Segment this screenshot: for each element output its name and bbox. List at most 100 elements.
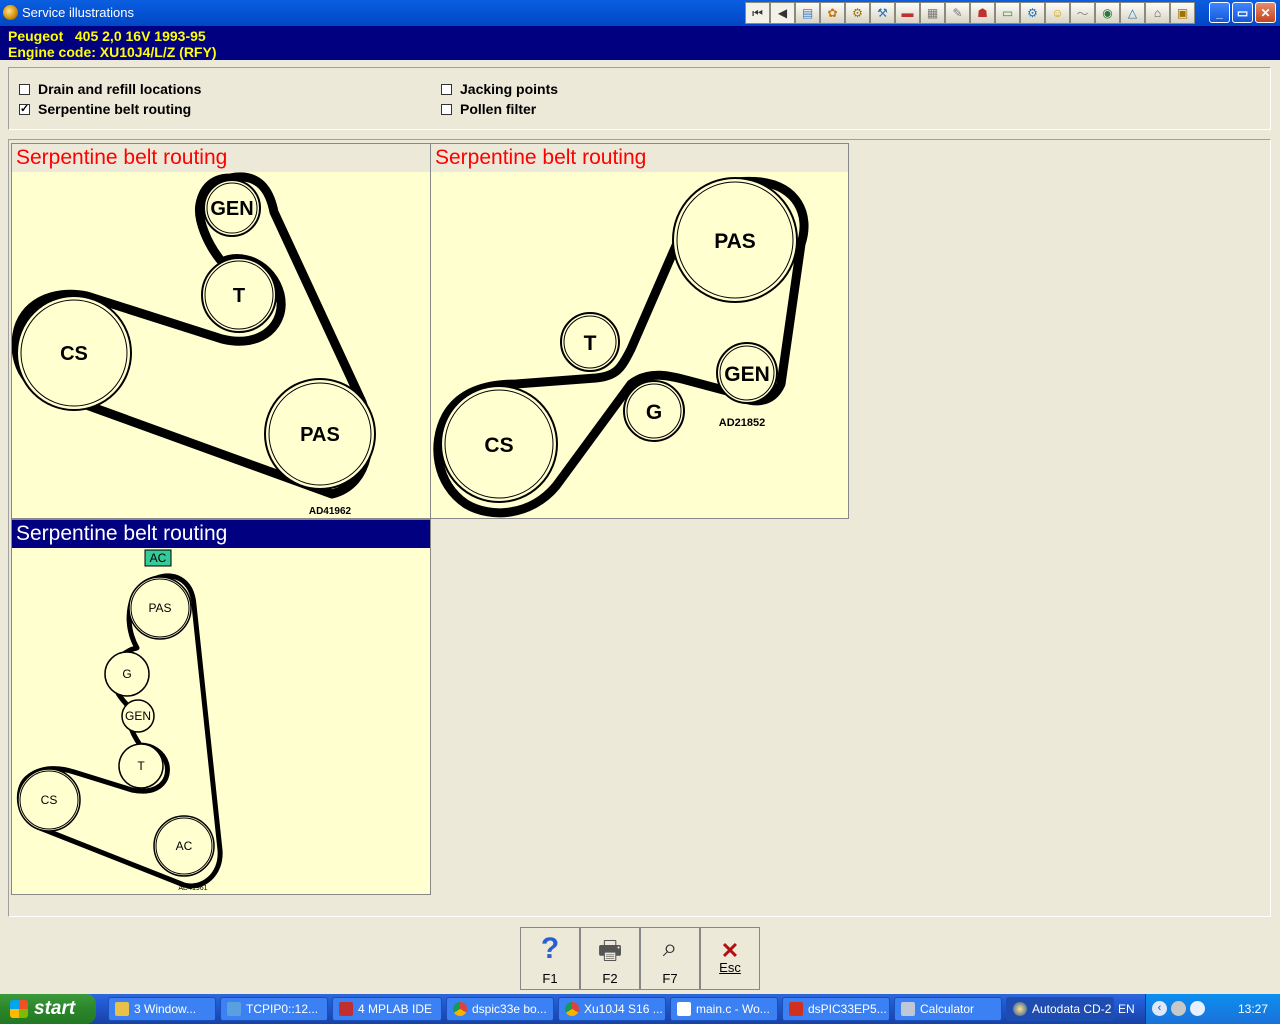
task-tcpip[interactable]: TCPIP0::12... — [220, 997, 328, 1021]
illustration-title: Serpentine belt routing — [12, 144, 430, 172]
tool-6-icon[interactable]: ▦ — [920, 2, 945, 24]
fkey-label: F7 — [662, 971, 678, 986]
language-indicator[interactable]: EN — [1118, 1002, 1135, 1016]
vehicle-model: Peugeot 405 2,0 16V 1993-95 — [8, 28, 206, 44]
pulley-label: PAS — [300, 424, 340, 446]
task-label: 4 MPLAB IDE — [358, 1002, 433, 1016]
zoom-button[interactable]: ⌕ F7 — [640, 927, 700, 990]
option-label: Pollen filter — [460, 101, 537, 117]
tool-4-icon[interactable]: ⚒ — [870, 2, 895, 24]
tool-14-icon[interactable]: △ — [1120, 2, 1145, 24]
task-list: 3 Window... TCPIP0::12... 4 MPLAB IDE ds… — [108, 997, 1118, 1021]
checkbox[interactable] — [441, 103, 452, 115]
tool-16-icon[interactable]: ▣ — [1170, 2, 1195, 24]
option-label: Serpentine belt routing — [38, 101, 192, 117]
task-label: main.c - Wo... — [696, 1002, 770, 1016]
pulley-label: AC — [176, 839, 193, 853]
toolbar: ⏮ ◀ ▤ ✿ ⚙ ⚒ ▬ ▦ ✎ ☗ ▭ ⚙ ☺ 〜 ◉ △ ⌂ ▣ — [745, 2, 1195, 24]
tool-13-icon[interactable]: ◉ — [1095, 2, 1120, 24]
document-icon — [677, 1002, 691, 1016]
pulley-label: PAS — [714, 230, 756, 253]
tool-2-icon[interactable]: ✿ — [820, 2, 845, 24]
illustration-panel-2[interactable]: PAS T GEN G CS AD21852 Serpentine belt r… — [430, 143, 849, 519]
magnifier-icon: ⌕ — [662, 932, 678, 962]
illustration-panel-3[interactable]: AC PAS G GEN T CS AC AD41961 Serpentine … — [11, 519, 431, 895]
calculator-icon — [901, 1002, 915, 1016]
first-page-icon[interactable]: ⏮ — [745, 2, 770, 24]
option-serpentine-belt[interactable]: ✓ Serpentine belt routing — [19, 101, 191, 117]
app-icon — [3, 5, 18, 20]
illustration-options: Drain and refill locations ✓ Serpentine … — [8, 67, 1271, 130]
ac-tag: AC — [150, 551, 167, 565]
pulley-label: T — [584, 332, 597, 355]
illustration-panel-1[interactable]: GEN T CS PAS AD41962 Serpentine belt rou… — [11, 143, 431, 519]
clock[interactable]: 13:27 — [1238, 1002, 1268, 1016]
task-windows-explorer[interactable]: 3 Window... — [108, 997, 216, 1021]
function-keys: ? F1 🖶 F2 ⌕ F7 ✕ Esc — [520, 927, 760, 990]
figure-code: AD41962 — [309, 506, 352, 517]
checkbox[interactable] — [441, 83, 452, 95]
task-label: Autodata CD-2 — [1032, 1002, 1112, 1016]
pulley-label: CS — [60, 343, 88, 365]
window-title: Service illustrations — [22, 5, 134, 20]
tool-10-icon[interactable]: ⚙ — [1020, 2, 1045, 24]
task-label: 3 Window... — [134, 1002, 197, 1016]
option-label: Drain and refill locations — [38, 81, 202, 97]
figure-code: AD21852 — [719, 417, 765, 429]
start-button[interactable]: start — [0, 994, 96, 1024]
task-pdf[interactable]: dsPIC33EP5... — [782, 997, 890, 1021]
engine-code: Engine code: XU10J4/L/Z (RFY) — [8, 44, 217, 60]
tool-8-icon[interactable]: ☗ — [970, 2, 995, 24]
checkbox-checked[interactable]: ✓ — [19, 103, 30, 115]
taskbar: start 3 Window... TCPIP0::12... 4 MPLAB … — [0, 994, 1280, 1024]
tool-1-icon[interactable]: ▤ — [795, 2, 820, 24]
option-label: Jacking points — [460, 81, 559, 97]
minimize-button[interactable]: _ — [1209, 2, 1230, 23]
tool-11-icon[interactable]: ☺ — [1045, 2, 1070, 24]
tray-network-icon[interactable] — [1190, 1001, 1205, 1016]
fkey-label: F2 — [602, 971, 618, 986]
task-chrome-2[interactable]: Xu10J4 S16 ... — [558, 997, 666, 1021]
tool-12-icon[interactable]: 〜 — [1070, 2, 1095, 24]
tray-app-icon[interactable] — [1171, 1001, 1186, 1016]
checkbox[interactable] — [19, 83, 30, 95]
task-wordpad[interactable]: main.c - Wo... — [670, 997, 778, 1021]
close-button[interactable]: ✕ — [1255, 2, 1276, 23]
option-drain-refill[interactable]: Drain and refill locations — [19, 81, 201, 97]
task-label: dspic33e bo... — [472, 1002, 547, 1016]
previous-page-icon[interactable]: ◀ — [770, 2, 795, 24]
option-pollen-filter[interactable]: Pollen filter — [441, 101, 536, 117]
tool-7-icon[interactable]: ✎ — [945, 2, 970, 24]
tool-3-icon[interactable]: ⚙ — [845, 2, 870, 24]
task-label: TCPIP0::12... — [246, 1002, 319, 1016]
tool-15-icon[interactable]: ⌂ — [1145, 2, 1170, 24]
task-chrome-1[interactable]: dspic33e bo... — [446, 997, 554, 1021]
task-calculator[interactable]: Calculator — [894, 997, 1002, 1021]
tool-5-icon[interactable]: ▬ — [895, 2, 920, 24]
tool-9-icon[interactable]: ▭ — [995, 2, 1020, 24]
pulley-label: T — [137, 759, 145, 773]
start-label: start — [34, 998, 76, 1019]
printer-icon: 🖶 — [597, 935, 623, 965]
task-label: Xu10J4 S16 ... — [584, 1002, 663, 1016]
pulley-label: GEN — [125, 709, 151, 723]
vehicle-header: Peugeot 405 2,0 16V 1993-95 Engine code:… — [0, 26, 1280, 60]
task-autodata[interactable]: Autodata CD-2 — [1006, 997, 1114, 1021]
task-mplab[interactable]: 4 MPLAB IDE — [332, 997, 442, 1021]
title-bar: Service illustrations ⏮ ◀ ▤ ✿ ⚙ ⚒ ▬ ▦ ✎ … — [0, 0, 1280, 26]
maximize-button[interactable]: ▭ — [1232, 2, 1253, 23]
system-tray: EN ‹ 13:27 — [1118, 994, 1280, 1024]
escape-button[interactable]: ✕ Esc — [700, 927, 760, 990]
task-label: Calculator — [920, 1002, 975, 1016]
pulley-label: G — [646, 401, 662, 424]
window-controls: _ ▭ ✕ — [1207, 2, 1276, 23]
help-button[interactable]: ? F1 — [520, 927, 580, 990]
tray-expand-icon[interactable]: ‹ — [1152, 1001, 1167, 1016]
chrome-icon — [565, 1002, 579, 1016]
option-jacking-points[interactable]: Jacking points — [441, 81, 558, 97]
folder-icon — [115, 1002, 129, 1016]
print-button[interactable]: 🖶 F2 — [580, 927, 640, 990]
pulley-label: GEN — [724, 363, 770, 386]
illustration-area: GEN T CS PAS AD41962 Serpentine belt rou… — [8, 139, 1271, 917]
mplab-icon — [339, 1002, 353, 1016]
